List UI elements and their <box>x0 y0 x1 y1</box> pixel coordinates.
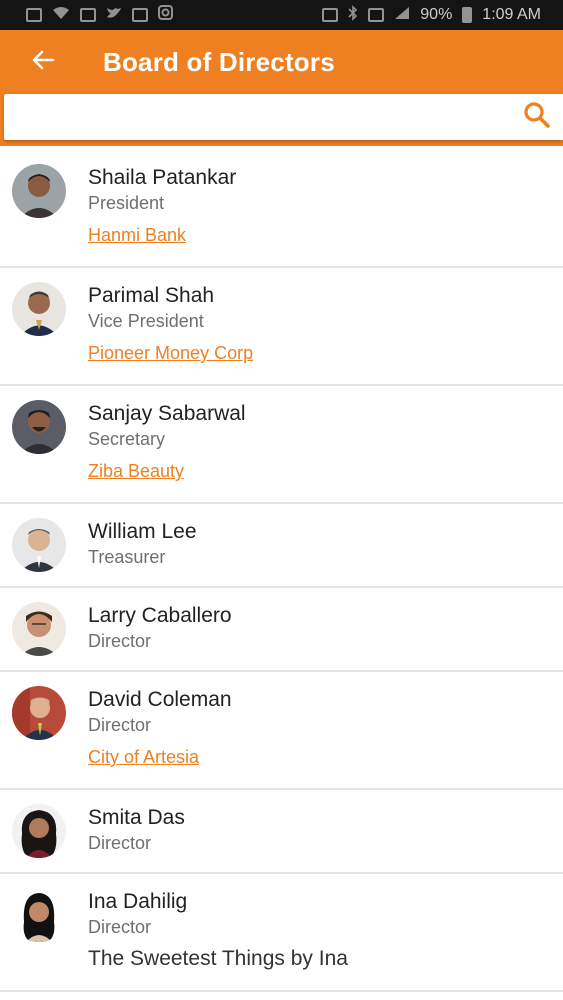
clock-time: 1:09 AM <box>482 6 541 23</box>
avatar <box>12 400 66 454</box>
status-bar: 90% 1:09 AM <box>0 0 563 30</box>
member-role: Secretary <box>88 429 166 449</box>
member-name: Ina Dahilig <box>88 890 188 913</box>
company-link[interactable]: Pioneer Money Corp <box>88 342 253 364</box>
member-name: Smita Das <box>88 806 185 829</box>
page-title: Board of Directors <box>103 46 335 77</box>
search-button[interactable] <box>521 101 553 133</box>
member-name: Sanjay Sabarwal <box>88 402 246 425</box>
wifi-icon <box>52 6 70 25</box>
avatar <box>12 518 66 572</box>
avatar <box>12 282 66 336</box>
status-notification-icons <box>26 5 173 25</box>
member-role: Treasurer <box>88 547 166 567</box>
list-item[interactable]: David Coleman Director City of Artesia <box>0 672 563 790</box>
camera-icon <box>132 8 148 22</box>
search-box <box>4 94 563 140</box>
list-item[interactable]: Larry Caballero Director <box>0 588 563 672</box>
member-role: Director <box>88 631 152 651</box>
member-role: Vice President <box>88 311 204 331</box>
list-item[interactable]: Sanjay Sabarwal Secretary Ziba Beauty <box>0 386 563 504</box>
bluetooth-icon <box>348 4 358 26</box>
avatar <box>12 164 66 218</box>
list-item[interactable]: Shaila Patankar President Hanmi Bank <box>0 150 563 268</box>
instagram-icon <box>158 5 173 25</box>
list-item[interactable]: Smita Das Director <box>0 790 563 874</box>
image-icon <box>80 8 96 22</box>
member-role: President <box>88 193 165 213</box>
company-link[interactable]: Hanmi Bank <box>88 224 236 246</box>
list-item[interactable]: Parimal Shah Vice President Pioneer Mone… <box>0 268 563 386</box>
company-link[interactable]: Ziba Beauty <box>88 460 246 482</box>
member-name: Parimal Shah <box>88 284 215 307</box>
member-name: David Coleman <box>88 688 232 711</box>
list-item[interactable]: Ina Dahilig Director The Sweetest Things… <box>0 874 563 992</box>
status-system-icons: 90% 1:09 AM <box>322 4 541 26</box>
member-role: Director <box>88 715 152 735</box>
arrow-left-icon <box>31 49 55 76</box>
signal-icon <box>394 6 410 25</box>
search-bar <box>0 94 563 146</box>
twitter-icon <box>106 6 122 25</box>
avatar <box>12 888 66 942</box>
directors-list: Shaila Patankar President Hanmi Bank Par… <box>0 150 563 992</box>
member-role: Director <box>88 833 152 853</box>
company-link[interactable]: City of Artesia <box>88 746 232 768</box>
member-role: Director <box>88 917 152 937</box>
avatar <box>12 804 66 858</box>
battery-percent: 90% <box>420 6 453 23</box>
app-bar: Board of Directors <box>0 30 563 94</box>
cast-icon <box>322 8 339 22</box>
back-button[interactable] <box>28 47 58 77</box>
company-name: The Sweetest Things by Ina <box>88 947 348 970</box>
member-name: Shaila Patankar <box>88 166 237 189</box>
search-input[interactable] <box>14 96 521 138</box>
notification-icon <box>26 8 42 22</box>
member-name: William Lee <box>88 520 197 543</box>
list-item[interactable]: William Lee Treasurer <box>0 504 563 588</box>
member-name: Larry Caballero <box>88 604 232 627</box>
mute-icon <box>368 8 385 22</box>
search-icon <box>523 101 551 134</box>
battery-icon <box>462 7 473 23</box>
avatar <box>12 602 66 656</box>
avatar <box>12 686 66 740</box>
